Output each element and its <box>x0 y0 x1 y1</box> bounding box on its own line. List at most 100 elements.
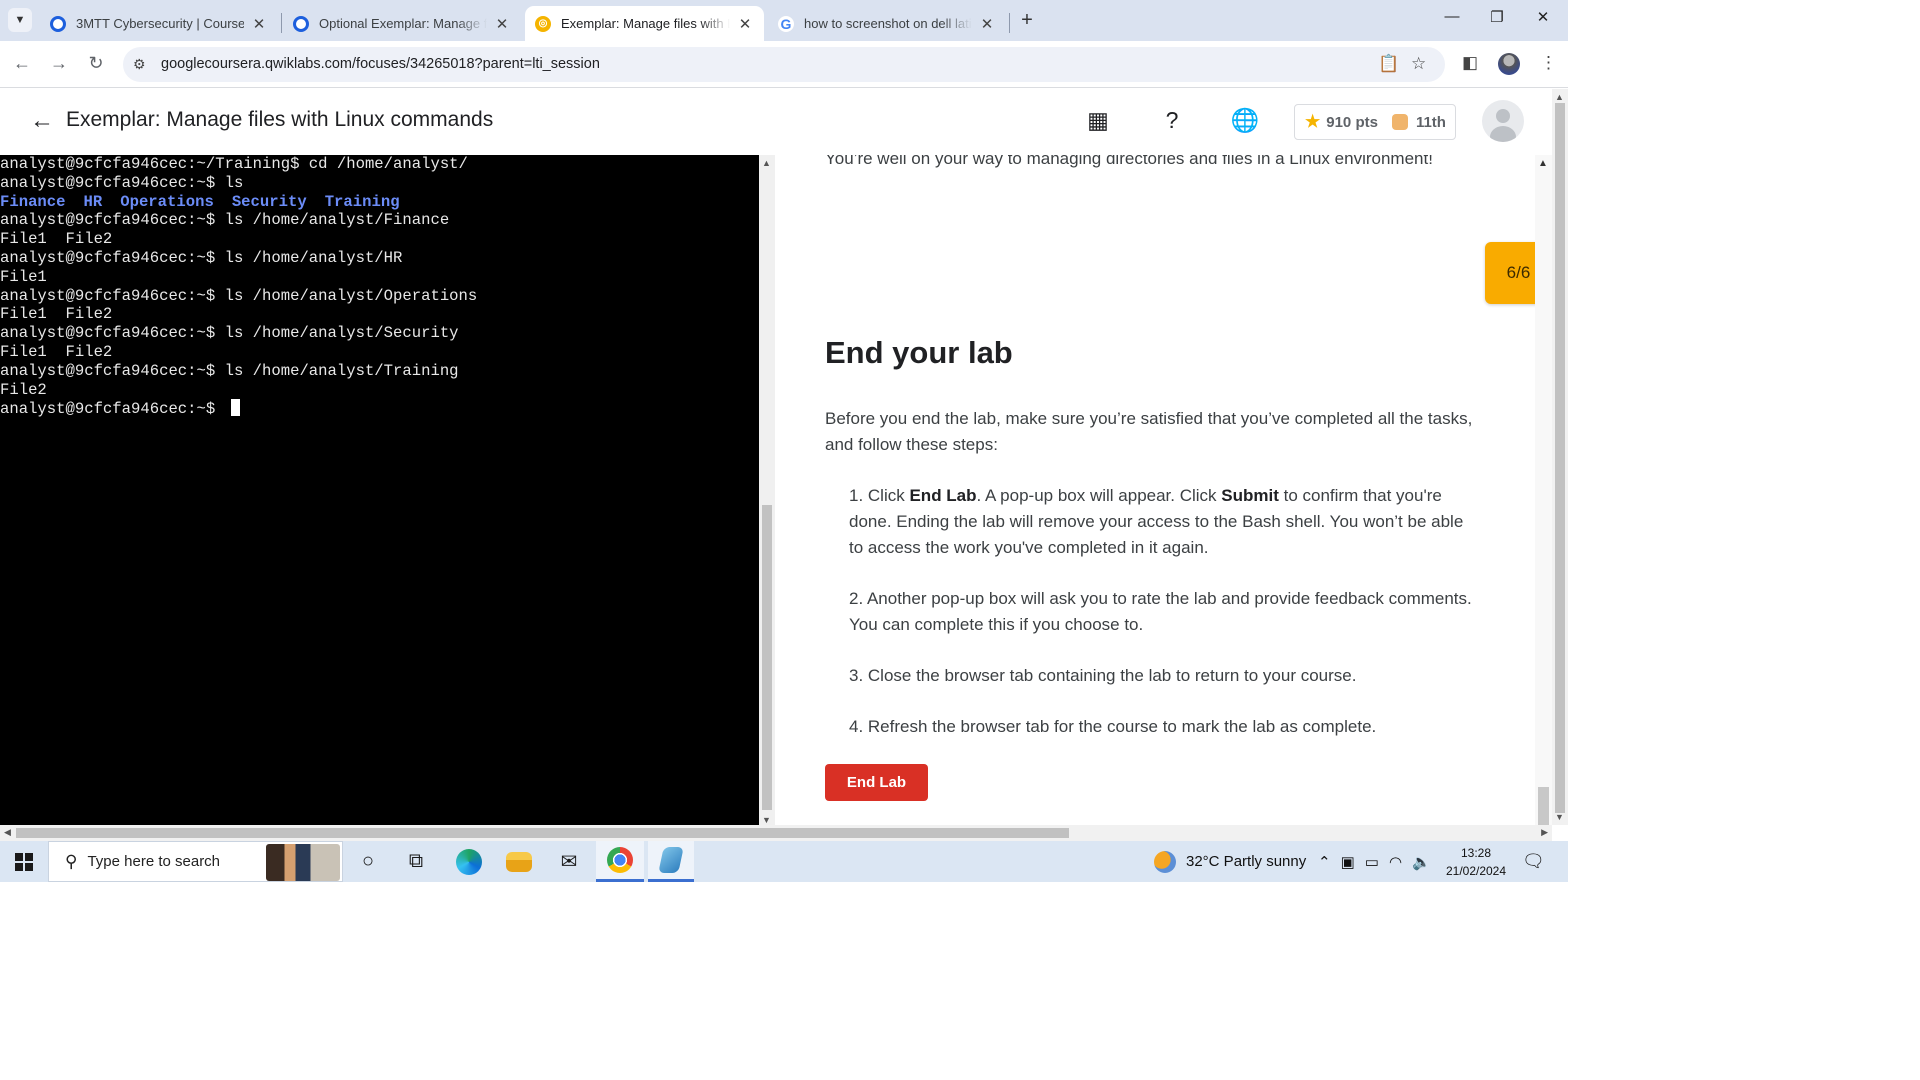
scrollbar-thumb[interactable] <box>762 505 772 810</box>
end-lab-button[interactable]: End Lab <box>825 764 928 801</box>
scrollbar-thumb[interactable] <box>1555 103 1565 813</box>
browser-tab-coursera[interactable]: 3MTT Cybersecurity | Coursera ✕ <box>40 6 278 41</box>
avatar-head-shape <box>1496 109 1510 123</box>
lead-paragraph: You’re well on your way to managing dire… <box>825 155 1433 168</box>
user-avatar[interactable] <box>1482 100 1524 142</box>
bash-terminal[interactable]: analyst@9cfcfa946cec:~/Training$ cd /hom… <box>0 155 759 825</box>
terminal-line: analyst@9cfcfa946cec:~$ ls /home/analyst… <box>0 287 759 306</box>
avatar-body-shape <box>1490 126 1516 142</box>
dashboard-icon[interactable]: ▦ <box>1083 107 1113 134</box>
cortana-button[interactable]: ○ <box>350 841 386 882</box>
terminal-scrollbar[interactable]: ▲ ▼ <box>759 155 775 825</box>
scroll-left-icon[interactable]: ◀ <box>4 827 11 838</box>
notepad-app[interactable] <box>648 841 694 882</box>
directory-entry: Training <box>324 192 400 211</box>
google-icon: G <box>778 15 794 32</box>
help-icon[interactable]: ? <box>1157 107 1187 134</box>
chrome-icon <box>607 847 633 873</box>
terminal-line: File1 <box>0 268 759 287</box>
score-badge[interactable]: ★ 910 pts 11th <box>1294 104 1456 140</box>
step-2: 2. Another pop-up box will ask you to ra… <box>849 589 1472 634</box>
page-scrollbar[interactable]: ▲ ▼ <box>1552 89 1568 825</box>
scroll-down-icon[interactable]: ▼ <box>1555 812 1564 822</box>
minimize-button[interactable]: — <box>1432 8 1472 25</box>
back-button[interactable]: ← <box>10 53 34 74</box>
browser-tab-exemplar-active[interactable]: ◎ Exemplar: Manage files with Lin ✕ <box>525 6 764 41</box>
close-tab-icon[interactable]: ✕ <box>250 15 268 33</box>
browser-tab-google-search[interactable]: G how to screenshot on dell latitu ✕ <box>768 6 1006 41</box>
terminal-line: analyst@9cfcfa946cec:~/Training$ cd /hom… <box>0 155 759 174</box>
scroll-up-icon[interactable]: ▲ <box>1538 158 1548 169</box>
mail-app[interactable]: ✉ <box>546 841 592 882</box>
start-button[interactable] <box>0 841 48 882</box>
terminal-output[interactable]: analyst@9cfcfa946cec:~/Training$ cd /hom… <box>0 155 759 418</box>
side-panel-icon[interactable]: ◧ <box>1462 53 1478 73</box>
restore-button[interactable]: ❐ <box>1477 8 1517 26</box>
scrollbar-thumb[interactable] <box>1538 787 1549 825</box>
step-bold-text: Submit <box>1221 486 1279 505</box>
scroll-right-icon[interactable]: ▶ <box>1541 827 1548 838</box>
close-tab-icon[interactable]: ✕ <box>736 15 754 33</box>
terminal-text: analyst@9cfcfa946cec:~/Training$ cd /hom… <box>0 155 468 173</box>
task-view-icon: ⧉ <box>408 850 424 872</box>
system-tray: ⌃ ▣ ▭ ◠ 🔈 <box>1318 841 1441 882</box>
terminal-text: analyst@9cfcfa946cec:~$ ls <box>0 173 244 192</box>
rank-badge-icon <box>1391 114 1408 130</box>
scrollbar-thumb[interactable] <box>16 828 1069 838</box>
chrome-app[interactable] <box>596 841 644 882</box>
browser-menu-icon[interactable]: ⋮ <box>1540 53 1557 73</box>
arrow-right-icon: → <box>50 53 68 73</box>
windows-taskbar: ⚲ Type here to search ○ ⧉ ✉ 32°C Partly … <box>0 841 1568 882</box>
taskbar-search-box[interactable]: ⚲ Type here to search <box>48 841 343 882</box>
tab-search-menu-button[interactable]: ▼ <box>8 8 32 32</box>
scroll-down-icon[interactable]: ▼ <box>762 815 771 825</box>
windows-logo-icon <box>15 852 33 871</box>
task-view-button[interactable]: ⧉ <box>396 841 436 882</box>
taskbar-clock[interactable]: 13:28 21/02/2024 <box>1438 844 1514 880</box>
terminal-line: File1 File2 <box>0 343 759 362</box>
coursera-icon <box>50 15 66 32</box>
arrow-left-icon: ← <box>30 107 54 134</box>
address-bar[interactable]: ⚙ googlecoursera.qwiklabs.com/focuses/34… <box>123 47 1445 82</box>
scroll-up-icon[interactable]: ▲ <box>762 158 771 168</box>
terminal-text: File1 <box>0 267 47 286</box>
arrow-left-icon: ← <box>13 53 31 73</box>
reload-button[interactable]: ↻ <box>84 53 108 74</box>
close-window-button[interactable]: ✕ <box>1523 8 1563 26</box>
star-icon: ★ <box>1305 112 1321 131</box>
weather-widget[interactable]: 32°C Partly sunny <box>1154 841 1306 882</box>
edge-app[interactable] <box>446 841 492 882</box>
url-text[interactable]: googlecoursera.qwiklabs.com/focuses/3426… <box>161 56 600 72</box>
instructions-scrollbar[interactable]: ▲ <box>1535 155 1552 825</box>
lab-instructions-panel: You’re well on your way to managing dire… <box>775 155 1535 825</box>
language-globe-icon[interactable]: 🌐 <box>1230 107 1260 134</box>
close-tab-icon[interactable]: ✕ <box>493 15 511 33</box>
meet-now-icon[interactable]: ▣ <box>1341 853 1355 871</box>
lab-back-button[interactable]: ← <box>30 107 54 135</box>
file-explorer-app[interactable] <box>496 841 542 882</box>
chevron-up-icon[interactable]: ⌃ <box>1318 853 1331 871</box>
partly-sunny-icon <box>1154 850 1176 873</box>
close-tab-icon[interactable]: ✕ <box>978 15 996 33</box>
notification-icon[interactable]: 🗨 <box>1522 851 1545 872</box>
forward-button[interactable]: → <box>47 53 71 74</box>
new-tab-button[interactable]: + <box>1016 9 1038 32</box>
terminal-line: analyst@9cfcfa946cec:~$ ls /home/analyst… <box>0 362 759 381</box>
notepad-icon <box>658 847 684 873</box>
profile-avatar-icon[interactable] <box>1498 53 1520 75</box>
clipboard-icon[interactable]: 📋 <box>1378 54 1399 74</box>
site-settings-icon[interactable]: ⚙ <box>133 56 146 73</box>
browser-tab-optional-exemplar[interactable]: Optional Exemplar: Manage file ✕ <box>283 6 521 41</box>
terminal-line: analyst@9cfcfa946cec:~$ ls /home/analyst… <box>0 324 759 343</box>
step-text: . A pop-up box will appear. Click <box>976 486 1222 505</box>
volume-icon[interactable]: 🔈 <box>1412 853 1431 871</box>
tab-title: Optional Exemplar: Manage file <box>319 16 487 31</box>
wifi-icon[interactable]: ◠ <box>1389 853 1402 871</box>
qwiklabs-icon: ◎ <box>535 15 551 32</box>
scroll-up-icon[interactable]: ▲ <box>1555 92 1564 102</box>
reload-icon: ↻ <box>88 53 104 73</box>
bookmark-star-icon[interactable]: ☆ <box>1411 54 1426 74</box>
lab-title: Exemplar: Manage files with Linux comman… <box>66 108 494 131</box>
battery-icon[interactable]: ▭ <box>1365 853 1379 871</box>
horizontal-scrollbar[interactable]: ◀ ▶ <box>0 825 1552 841</box>
